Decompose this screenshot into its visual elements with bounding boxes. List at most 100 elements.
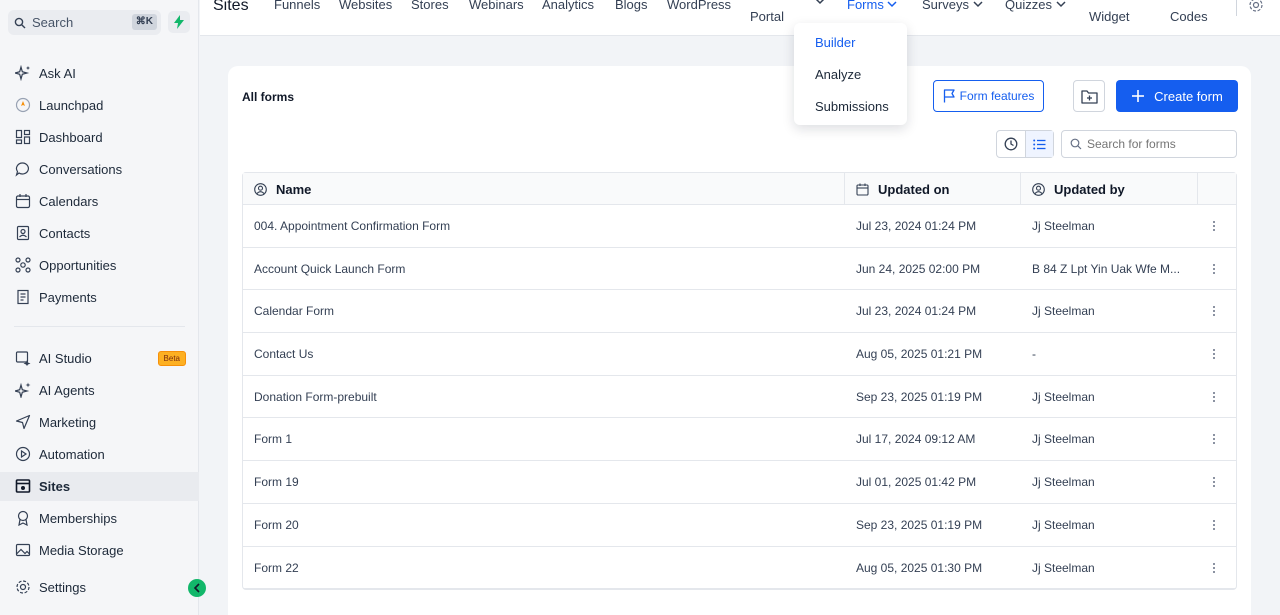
sidebar-item-ask-ai[interactable]: Ask AI	[14, 63, 186, 83]
search-bar[interactable]: Search ⌘K	[8, 10, 161, 35]
sidebar-item-settings[interactable]: Settings	[14, 577, 186, 597]
sidebar-item-calendars[interactable]: Calendars	[14, 191, 186, 211]
sidebar-item-dashboard[interactable]: Dashboard	[14, 127, 186, 147]
menu-item-builder[interactable]: Builder	[815, 35, 855, 50]
sidebar-item-ai-agents[interactable]: AI Agents	[14, 380, 186, 400]
tab-blogs[interactable]: Blogs	[615, 0, 648, 12]
sidebar-item-ai-studio[interactable]: AI Studio Beta	[14, 348, 186, 368]
tab-forms[interactable]: Forms	[847, 0, 897, 12]
more-options-icon[interactable]	[1208, 562, 1220, 574]
dashboard-icon	[14, 129, 31, 146]
tab-analytics[interactable]: Analytics	[542, 0, 594, 12]
form-name[interactable]: Calendar Form	[254, 290, 834, 332]
more-chevron-icon[interactable]	[815, 0, 825, 9]
column-header-updated-on[interactable]: Updated on	[856, 173, 950, 205]
sidebar-item-launchpad[interactable]: Launchpad	[14, 95, 186, 115]
recent-view-button[interactable]	[997, 131, 1025, 157]
more-options-icon[interactable]	[1208, 519, 1220, 531]
form-name[interactable]: Account Quick Launch Form	[254, 248, 834, 290]
more-options-icon[interactable]	[1208, 305, 1220, 317]
clock-icon	[1004, 137, 1018, 151]
updated-by: Jj Steelman	[1032, 219, 1095, 233]
chevron-down-icon	[1056, 1, 1066, 8]
column-label: Updated on	[878, 181, 950, 197]
tab-widget[interactable]: Widget	[1089, 9, 1129, 24]
table-row[interactable]: Donation Form-prebuilt Sep 23, 2025 01:1…	[243, 376, 1236, 419]
menu-item-submissions[interactable]: Submissions	[815, 99, 889, 114]
form-features-button[interactable]: Form features	[933, 80, 1044, 112]
updated-by: Jj Steelman	[1032, 389, 1095, 404]
sidebar-item-label: Launchpad	[39, 97, 104, 113]
table-row[interactable]: Contact Us Aug 05, 2025 01:21 PM -	[243, 333, 1236, 376]
more-options-icon[interactable]	[1208, 348, 1220, 360]
tab-surveys[interactable]: Surveys	[922, 0, 983, 12]
table-row[interactable]: Form 1 Jul 17, 2024 09:12 AM Jj Steelman	[243, 418, 1236, 462]
view-toggle	[996, 130, 1054, 158]
form-name[interactable]: Contact Us	[254, 333, 834, 375]
column-header-updated-by[interactable]: Updated by	[1032, 173, 1125, 205]
tab-stores[interactable]: Stores	[411, 0, 449, 12]
sidebar-item-media-storage[interactable]: Media Storage	[14, 540, 186, 560]
updated-on: Sep 23, 2025 01:19 PM	[856, 517, 983, 532]
forms-search-field	[1061, 130, 1237, 158]
table-row[interactable]: 004. Appointment Confirmation Form Jul 2…	[243, 205, 1236, 248]
chevron-left-icon	[193, 583, 200, 593]
menu-item-analyze[interactable]: Analyze	[815, 67, 861, 82]
tab-webinars[interactable]: Webinars	[469, 0, 524, 12]
tab-funnels[interactable]: Funnels	[274, 0, 320, 12]
more-options-icon[interactable]	[1208, 263, 1220, 275]
updated-by: Jj Steelman	[1032, 517, 1095, 532]
more-options-icon[interactable]	[1208, 433, 1220, 445]
settings-gear-icon[interactable]	[1248, 0, 1264, 18]
tab-codes[interactable]: Codes	[1170, 9, 1208, 24]
sidebar-item-sites[interactable]: Sites	[14, 476, 186, 496]
calendar-icon	[14, 193, 31, 210]
sidebar-item-memberships[interactable]: Memberships	[14, 508, 186, 528]
column-divider	[1020, 173, 1021, 205]
create-form-button[interactable]: Create form	[1116, 80, 1238, 112]
table-row[interactable]: Form 19 Jul 01, 2025 01:42 PM Jj Steelma…	[243, 461, 1236, 504]
form-name[interactable]: Form 20	[254, 504, 834, 546]
sidebar-item-conversations[interactable]: Conversations	[14, 159, 186, 179]
form-name[interactable]: 004. Appointment Confirmation Form	[254, 205, 834, 247]
tab-quizzes[interactable]: Quizzes	[1005, 0, 1066, 12]
table-row[interactable]: Form 20 Sep 23, 2025 01:19 PM Jj Steelma…	[243, 504, 1236, 547]
collapse-sidebar-button[interactable]	[188, 579, 206, 597]
sidebar-item-label: Calendars	[39, 193, 99, 209]
more-options-icon[interactable]	[1208, 391, 1220, 403]
form-name[interactable]: Form 22	[254, 547, 834, 589]
form-name[interactable]: Donation Form-prebuilt	[254, 376, 834, 418]
tab-wordpress[interactable]: WordPress	[667, 0, 731, 12]
table-row[interactable]: Account Quick Launch Form Jun 24, 2025 0…	[243, 248, 1236, 291]
tab-websites[interactable]: Websites	[339, 0, 392, 12]
sidebar-item-marketing[interactable]: Marketing	[14, 412, 186, 432]
updated-by: Jj Steelman	[1032, 304, 1095, 319]
table-row[interactable]: Form 22 Aug 05, 2025 01:30 PM Jj Steelma…	[243, 547, 1236, 590]
sidebar-item-automation[interactable]: Automation	[14, 444, 186, 464]
updated-on: Sep 23, 2025 01:19 PM	[856, 389, 983, 404]
sidebar-item-label: Opportunities	[39, 257, 117, 273]
form-name[interactable]: Form 1	[254, 418, 834, 460]
table-row[interactable]: Calendar Form Jul 23, 2024 01:24 PM Jj S…	[243, 290, 1236, 334]
quick-action-button[interactable]	[168, 11, 190, 33]
section-title: All forms	[242, 90, 295, 104]
form-name[interactable]: Form 19	[254, 461, 834, 503]
list-view-button[interactable]	[1024, 131, 1053, 157]
sidebar-item-label: Memberships	[39, 510, 118, 526]
sidebar-item-label: Ask AI	[39, 65, 76, 81]
sidebar-item-label: AI Studio	[39, 350, 92, 366]
updated-on: Jul 17, 2024 09:12 AM	[856, 432, 976, 447]
forms-search-input[interactable]	[1087, 137, 1227, 151]
tab-portal[interactable]: Portal	[750, 9, 784, 24]
sidebar-item-label: Sites	[39, 478, 71, 494]
new-folder-button[interactable]	[1073, 80, 1105, 112]
more-options-icon[interactable]	[1208, 476, 1220, 488]
sidebar: Search ⌘K Ask AI Launchpad Dashboard Con…	[0, 0, 206, 615]
sidebar-item-payments[interactable]: Payments	[14, 287, 186, 307]
topbar-divider	[1236, 0, 1237, 16]
sidebar-item-contacts[interactable]: Contacts	[14, 223, 186, 243]
sidebar-item-opportunities[interactable]: Opportunities	[14, 255, 186, 275]
more-options-icon[interactable]	[1208, 220, 1220, 232]
chat-icon	[14, 161, 31, 178]
column-header-name[interactable]: Name	[254, 173, 311, 205]
